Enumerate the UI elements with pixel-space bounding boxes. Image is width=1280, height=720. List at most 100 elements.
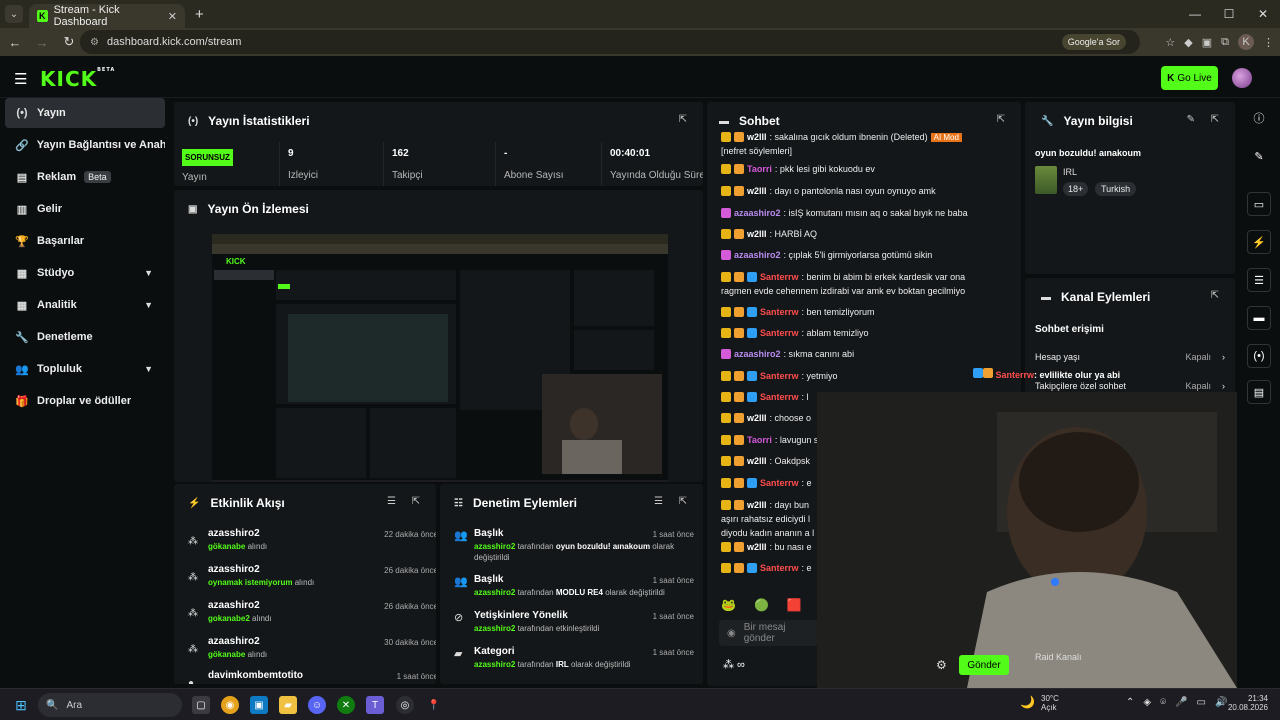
profile-avatar[interactable]: K xyxy=(1238,34,1254,50)
microphone-icon[interactable]: 🎤 xyxy=(1175,697,1187,708)
chat-username[interactable]: azaashiro2 xyxy=(734,349,781,359)
chevron-up-icon[interactable]: ⌃ xyxy=(1126,697,1134,708)
popout-icon[interactable]: ⇱ xyxy=(679,114,687,125)
setting-row[interactable]: Takipçilere özel sohbet Kapalı › xyxy=(1035,381,1225,391)
clock[interactable]: 21:34 20.08.2026 xyxy=(1228,694,1268,712)
filter-icon[interactable]: ☰ xyxy=(654,496,663,507)
chat-username[interactable]: w2lll xyxy=(747,413,767,423)
sidebar-item-studyo[interactable]: ▦ Stüdyo ▼ xyxy=(5,258,165,288)
list-icon[interactable]: ☰ xyxy=(1247,268,1271,292)
file-explorer-icon[interactable]: ▰ xyxy=(279,696,297,714)
app-tray-icon[interactable]: ◈ xyxy=(1143,697,1151,708)
back-icon[interactable]: ← xyxy=(3,35,27,50)
info-icon[interactable]: ⓘ xyxy=(1247,106,1271,130)
close-tab-icon[interactable]: ✕ xyxy=(168,10,177,23)
chat-username[interactable]: w2lll xyxy=(747,229,767,239)
chat-username[interactable]: w2lll xyxy=(747,500,767,510)
sidebar-item-droplar[interactable]: 🎁 Droplar ve ödüller xyxy=(5,386,165,416)
discord-icon[interactable]: ☺ xyxy=(308,696,326,714)
kick-logo[interactable]: KICKBETA xyxy=(40,67,115,91)
raid-channel-label[interactable]: Raid Kanalı xyxy=(1035,652,1082,662)
chat-username[interactable]: w2lll xyxy=(747,186,767,196)
pen-icon[interactable]: ✎ xyxy=(1247,144,1271,168)
browser-tab[interactable]: K Stream - Kick Dashboard ✕ xyxy=(29,4,185,28)
go-live-button[interactable]: K Go Live xyxy=(1161,66,1218,90)
sidebar-item-yayin[interactable]: (•) Yayın xyxy=(5,98,165,128)
chat-username[interactable]: Santerrw xyxy=(760,272,799,282)
weather-info[interactable]: 30°C Açık xyxy=(1041,694,1059,712)
category-thumbnail[interactable] xyxy=(1035,166,1057,194)
emote-icon[interactable]: 🐸 xyxy=(721,598,736,612)
sidebar-item-gelir[interactable]: ▥ Gelir xyxy=(5,194,165,224)
sidebar-item-analitik[interactable]: ▦ Analitik ▼ xyxy=(5,290,165,320)
chat-username[interactable]: Santerrw xyxy=(760,563,799,573)
chat-icon[interactable]: ▬ xyxy=(1247,306,1271,330)
layout-icon[interactable]: ▭ xyxy=(1247,192,1271,216)
url-field[interactable]: ⚙ dashboard.kick.com/stream Google'a Sor xyxy=(80,30,1140,54)
hamburger-menu-icon[interactable]: ☰ xyxy=(14,70,27,88)
teams-icon[interactable]: T xyxy=(366,696,384,714)
infinity-icon[interactable]: ⁂ ∞ xyxy=(723,658,745,671)
stream-preview-video[interactable]: KICK xyxy=(212,234,668,482)
close-window-icon[interactable]: ✕ xyxy=(1246,0,1280,28)
task-view-icon[interactable]: ▢ xyxy=(192,696,210,714)
maps-pin-icon[interactable]: 📍 xyxy=(425,696,443,714)
display-icon[interactable]: ▭ xyxy=(1197,697,1206,708)
xbox-icon[interactable]: ✕ xyxy=(337,696,355,714)
chat-username[interactable]: azaashiro2 xyxy=(734,208,781,218)
obs-icon[interactable]: ◎ xyxy=(396,696,414,714)
puzzle-icon[interactable]: ⧉ xyxy=(1221,36,1229,49)
network-icon[interactable]: ⌾ xyxy=(1160,697,1166,708)
edit-icon[interactable]: ✎ xyxy=(1187,114,1195,125)
extension2-icon[interactable]: ▣ xyxy=(1202,36,1212,49)
sidebar-item-reklam[interactable]: ▤ Reklam Beta xyxy=(5,162,165,192)
chat-username[interactable]: w2lll xyxy=(747,456,767,466)
chat-input[interactable]: ◉ Bir mesaj gönder xyxy=(719,620,819,646)
sidebar-item-topluluk[interactable]: 👥 Topluluk ▼ xyxy=(5,354,165,384)
taskbar-search[interactable]: 🔍 Ara xyxy=(38,693,182,717)
site-info-icon[interactable]: ⚙ xyxy=(90,37,99,48)
popout-icon[interactable]: ⇱ xyxy=(679,496,687,507)
windows-start-icon[interactable]: ⊞ xyxy=(12,696,30,714)
chat-username[interactable]: w2lll xyxy=(747,542,767,552)
send-button[interactable]: Gönder xyxy=(959,655,1009,675)
popout-icon[interactable]: ⇱ xyxy=(1211,114,1219,125)
chat-username[interactable]: Santerrw xyxy=(760,328,799,338)
maximize-icon[interactable]: ☐ xyxy=(1212,0,1246,28)
popout-icon[interactable]: ⇱ xyxy=(412,496,420,507)
sidebar-item-stream-key[interactable]: 🔗 Yayın Bağlantısı ve Anahtar xyxy=(5,130,165,160)
user-avatar[interactable] xyxy=(1232,68,1252,88)
chat-username[interactable]: w2lll xyxy=(747,132,767,142)
chat-username[interactable]: Taorri xyxy=(747,435,772,445)
reload-icon[interactable]: ↻ xyxy=(57,34,81,50)
forward-icon[interactable]: → xyxy=(30,35,54,50)
tab-search-icon[interactable]: ⌄ xyxy=(5,5,23,23)
star-icon[interactable]: ☆ xyxy=(1165,36,1175,49)
chrome-icon[interactable]: ◉ xyxy=(221,696,239,714)
extension-icon[interactable]: ◆ xyxy=(1184,36,1192,49)
broadcast-icon[interactable]: (•) xyxy=(1247,344,1271,368)
sidebar-item-denetleme[interactable]: 🔧 Denetleme xyxy=(5,322,165,352)
popout-icon[interactable]: ⇱ xyxy=(997,114,1005,125)
chat-username[interactable]: Taorri xyxy=(747,164,772,174)
chat-username[interactable]: Santerrw xyxy=(760,371,799,381)
setting-row[interactable]: Hesap yaşı Kapalı › xyxy=(1035,352,1225,362)
app-icon[interactable]: ▣ xyxy=(250,696,268,714)
emote-icon[interactable]: 🟢 xyxy=(754,598,769,612)
menu-icon[interactable]: ⋮ xyxy=(1263,36,1274,49)
weather-icon[interactable]: 🌙 xyxy=(1020,695,1035,709)
chat-username[interactable]: Santerrw xyxy=(760,478,799,488)
filter-icon[interactable]: ☰ xyxy=(387,496,396,507)
minimize-icon[interactable]: — xyxy=(1178,0,1212,28)
volume-icon[interactable]: 🔊 xyxy=(1215,697,1227,708)
settings-gear-icon[interactable]: ⚙ xyxy=(936,658,947,672)
google-ask-button[interactable]: Google'a Sor xyxy=(1061,34,1126,50)
emote-icon[interactable]: 🟥 xyxy=(787,598,802,612)
sidebar-item-basarilar[interactable]: 🏆 Başarılar xyxy=(5,226,165,256)
new-tab-icon[interactable]: + xyxy=(195,6,204,23)
more-icon[interactable]: ▤ xyxy=(1247,380,1271,404)
chat-username[interactable]: Santerrw xyxy=(760,307,799,317)
chat-username[interactable]: azaashiro2 xyxy=(734,250,781,260)
popout-icon[interactable]: ⇱ xyxy=(1211,290,1219,301)
chat-username[interactable]: Santerrw xyxy=(760,392,799,402)
